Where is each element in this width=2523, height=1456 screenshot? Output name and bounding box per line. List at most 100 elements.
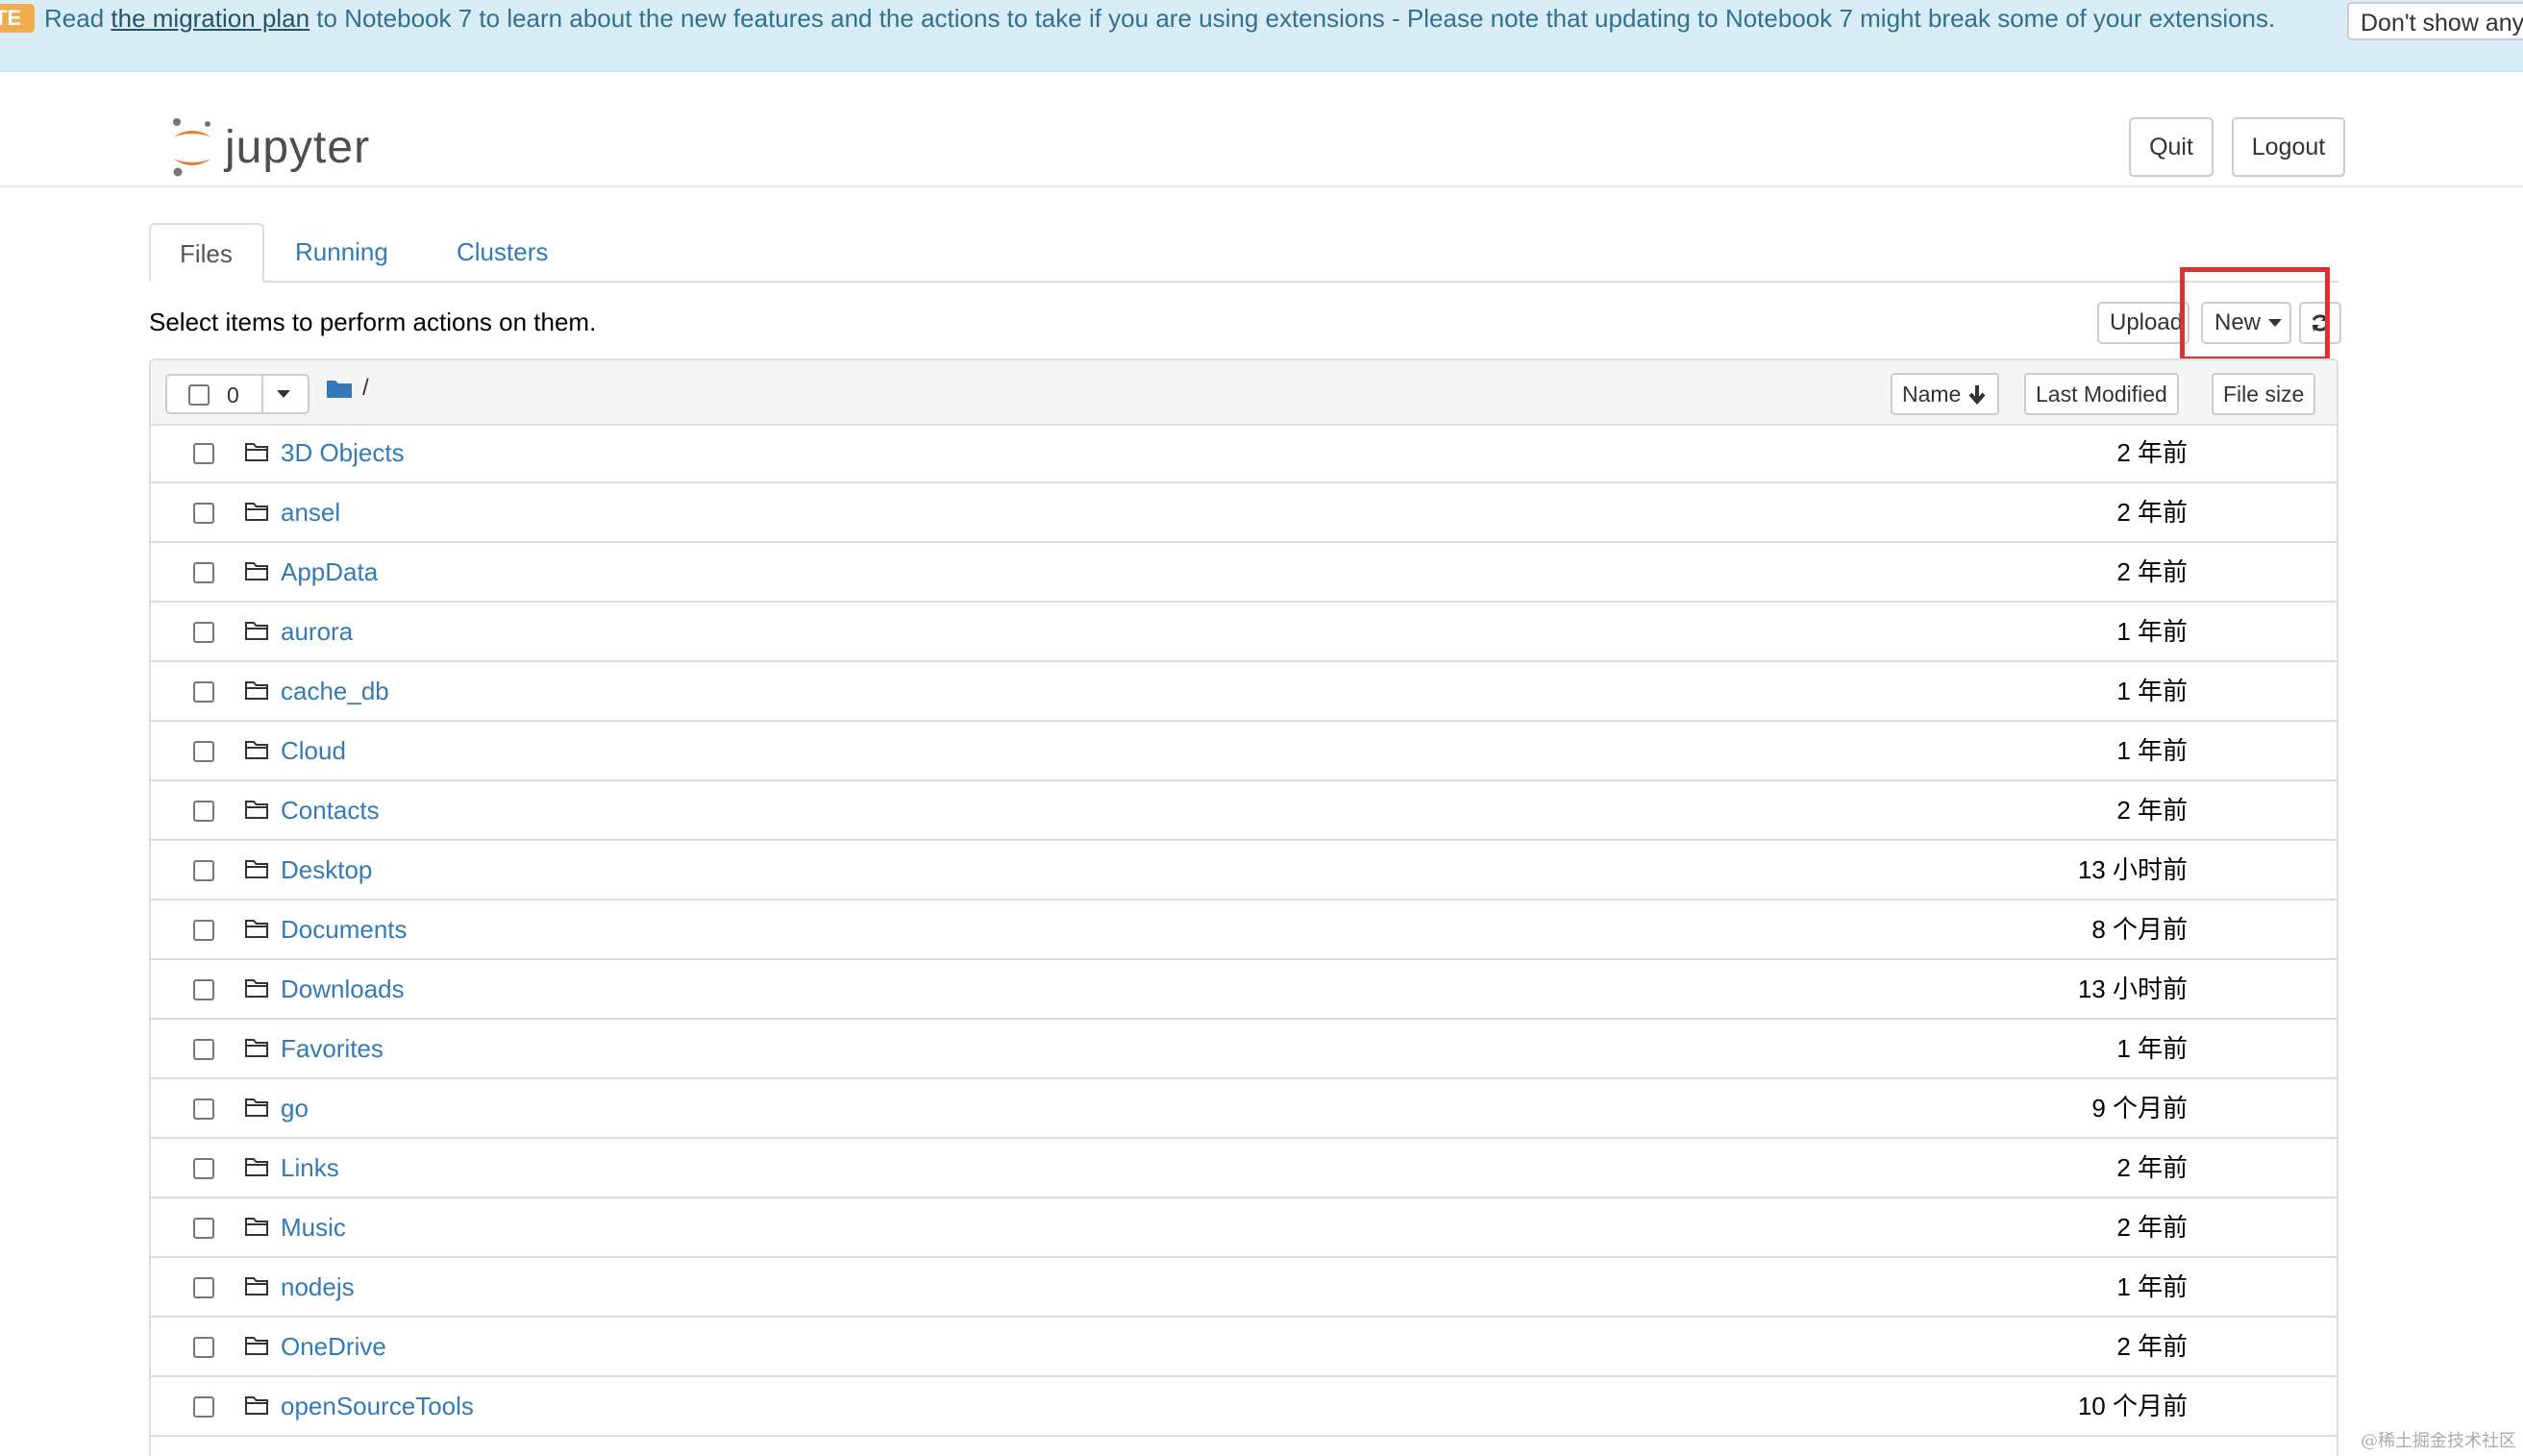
jupyter-logo[interactable]: jupyter: [169, 114, 370, 182]
item-name-link[interactable]: AppData: [281, 556, 378, 587]
list-item[interactable]: AppData 2 年前: [151, 543, 2337, 603]
folder-icon: [245, 801, 268, 819]
row-checkbox[interactable]: [193, 622, 214, 643]
item-name-link[interactable]: aurora: [281, 616, 353, 647]
tab-clusters[interactable]: Clusters: [428, 223, 577, 281]
folder-icon[interactable]: [326, 378, 353, 399]
list-item[interactable]: Favorites 1 年前: [151, 1020, 2337, 1079]
tab-files[interactable]: Files: [149, 223, 264, 283]
banner-text-before: Read: [44, 4, 111, 33]
item-last-modified: 2 年前: [2116, 438, 2188, 467]
upload-button[interactable]: Upload: [2097, 302, 2189, 344]
select-all-checkbox[interactable]: [188, 384, 210, 406]
folder-icon: [245, 1396, 268, 1415]
item-name-link[interactable]: Links: [281, 1152, 339, 1183]
folder-icon: [245, 860, 268, 878]
item-last-modified: 2 年前: [2116, 1153, 2188, 1182]
item-last-modified: 2 年前: [2116, 557, 2188, 586]
item-name-link[interactable]: openSourceTools: [281, 1391, 474, 1421]
item-name-link[interactable]: Music: [281, 1212, 346, 1243]
item-last-modified: 1 年前: [2116, 1272, 2188, 1301]
item-name-link[interactable]: ansel: [281, 497, 340, 528]
item-last-modified: 1 年前: [2116, 677, 2188, 705]
list-item[interactable]: openSourceTools 10 个月前: [151, 1377, 2337, 1437]
item-last-modified: 2 年前: [2116, 1213, 2188, 1242]
folder-icon: [245, 1277, 268, 1296]
sort-file-size-button[interactable]: File size: [2212, 373, 2316, 415]
list-item[interactable]: nodejs 1 年前: [151, 1258, 2337, 1318]
item-last-modified: 1 年前: [2116, 736, 2188, 765]
list-item[interactable]: aurora 1 年前: [151, 603, 2337, 662]
row-checkbox[interactable]: [193, 860, 214, 881]
logo-text: jupyter: [225, 122, 371, 173]
list-item[interactable]: OneDrive 2 年前: [151, 1318, 2337, 1377]
page-header: jupyter Quit Logout: [0, 72, 2523, 187]
row-checkbox[interactable]: [193, 562, 214, 583]
folder-icon: [245, 1218, 268, 1236]
sort-last-modified-button[interactable]: Last Modified: [2024, 373, 2179, 415]
list-item[interactable]: Downloads 13 小时前: [151, 960, 2337, 1020]
file-list: 0 / Name Last Modified File size 3D Obje…: [149, 358, 2338, 1456]
row-checkbox[interactable]: [193, 1277, 214, 1298]
list-item[interactable]: Links 2 年前: [151, 1139, 2337, 1198]
item-name-link[interactable]: Cloud: [281, 735, 346, 766]
folder-icon: [245, 1039, 268, 1057]
item-name-link[interactable]: Favorites: [281, 1033, 383, 1064]
banner-message: Read the migration plan to Notebook 7 to…: [44, 4, 2275, 33]
tab-running[interactable]: Running: [266, 223, 417, 281]
select-all-group: 0: [165, 374, 309, 414]
folder-icon: [245, 443, 268, 461]
item-last-modified: 8 个月前: [2091, 915, 2188, 944]
folder-icon: [245, 1098, 268, 1117]
item-name-link[interactable]: 3D Objects: [281, 437, 405, 468]
item-name-link[interactable]: go: [281, 1093, 309, 1123]
folder-icon: [245, 503, 268, 521]
row-checkbox[interactable]: [193, 1337, 214, 1358]
list-item[interactable]: ansel 2 年前: [151, 483, 2337, 543]
dont-show-anymore-button[interactable]: Don't show anymore: [2347, 2, 2523, 40]
banner-text-after: to Notebook 7 to learn about the new fea…: [309, 4, 2276, 33]
row-checkbox[interactable]: [193, 979, 214, 1000]
row-checkbox[interactable]: [193, 801, 214, 822]
list-item[interactable]: go 9 个月前: [151, 1079, 2337, 1139]
row-checkbox[interactable]: [193, 503, 214, 524]
folder-icon: [245, 681, 268, 700]
list-item[interactable]: Desktop 13 小时前: [151, 841, 2337, 901]
row-checkbox[interactable]: [193, 1039, 214, 1060]
select-menu-toggle[interactable]: [261, 376, 311, 412]
file-list-header: 0 / Name Last Modified File size: [151, 360, 2337, 426]
quit-button[interactable]: Quit: [2129, 117, 2214, 177]
item-name-link[interactable]: Desktop: [281, 854, 372, 885]
item-last-modified: 10 个月前: [2077, 1392, 2188, 1420]
item-name-link[interactable]: cache_db: [281, 676, 389, 706]
row-checkbox[interactable]: [193, 681, 214, 703]
sort-name-button[interactable]: Name: [1891, 373, 2000, 415]
item-name-link[interactable]: nodejs: [281, 1271, 355, 1302]
item-last-modified: 2 年前: [2116, 1332, 2188, 1361]
item-name-link[interactable]: Downloads: [281, 974, 405, 1004]
folder-icon: [245, 920, 268, 938]
item-name-link[interactable]: OneDrive: [281, 1331, 386, 1362]
list-item[interactable]: Contacts 2 年前: [151, 781, 2337, 841]
item-name-link[interactable]: Documents: [281, 914, 408, 945]
row-checkbox[interactable]: [193, 920, 214, 941]
row-checkbox[interactable]: [193, 1098, 214, 1120]
item-last-modified: 2 年前: [2116, 498, 2188, 527]
item-name-link[interactable]: Contacts: [281, 795, 380, 826]
list-item[interactable]: Cloud 1 年前: [151, 722, 2337, 781]
migration-plan-link[interactable]: the migration plan: [111, 4, 309, 33]
row-checkbox[interactable]: [193, 741, 214, 762]
list-item[interactable]: Documents 8 个月前: [151, 901, 2337, 960]
upload-label: Upload: [2110, 309, 2184, 335]
list-item[interactable]: 3D Objects 2 年前: [151, 424, 2337, 483]
item-last-modified: 1 年前: [2116, 1034, 2188, 1063]
list-item[interactable]: Music 2 年前: [151, 1198, 2337, 1258]
row-checkbox[interactable]: [193, 1158, 214, 1179]
row-checkbox[interactable]: [193, 1218, 214, 1239]
row-checkbox[interactable]: [193, 1396, 214, 1418]
breadcrumb: /: [326, 375, 369, 402]
breadcrumb-root[interactable]: /: [362, 375, 369, 402]
list-item[interactable]: cache_db 1 年前: [151, 662, 2337, 722]
logout-button[interactable]: Logout: [2232, 117, 2345, 177]
row-checkbox[interactable]: [193, 443, 214, 464]
